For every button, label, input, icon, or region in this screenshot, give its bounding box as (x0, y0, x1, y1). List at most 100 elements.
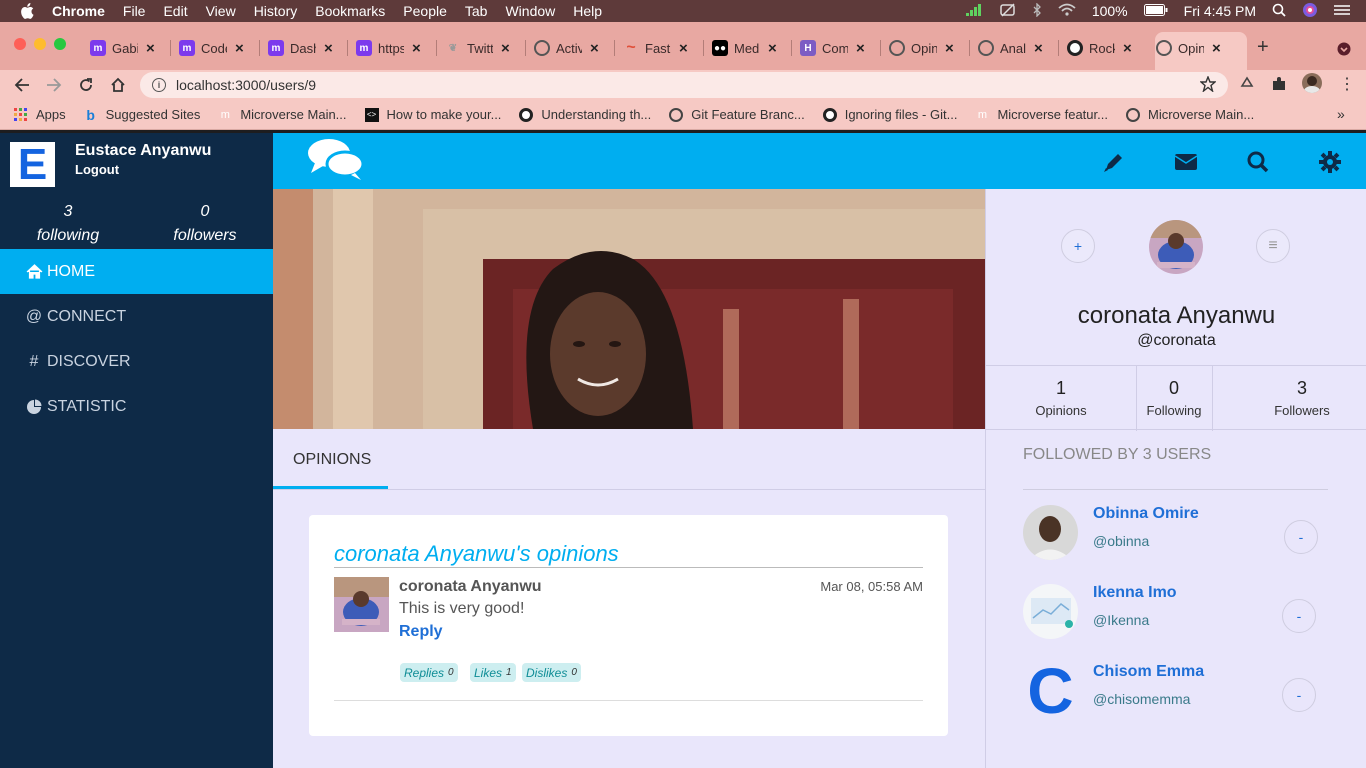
search-icon[interactable] (1245, 149, 1271, 175)
follower-handle[interactable]: @Ikenna (1093, 612, 1149, 628)
nav-home[interactable]: HOME (0, 249, 273, 294)
browser-tab[interactable]: Opin × (1156, 34, 1221, 62)
bookmark-item[interactable]: Understanding th... (519, 107, 651, 122)
browser-tab[interactable]: ●● Medi × (712, 34, 777, 62)
extensions-puzzle-icon[interactable] (1271, 76, 1287, 97)
menu-file[interactable]: File (123, 3, 146, 19)
follower-avatar[interactable] (1023, 584, 1078, 639)
menu-bookmarks[interactable]: Bookmarks (315, 3, 385, 19)
close-window-button[interactable] (14, 38, 26, 50)
apple-icon[interactable] (20, 3, 36, 19)
chat-bubbles-logo-icon[interactable] (307, 137, 365, 186)
profile-avatar-icon[interactable] (1302, 73, 1322, 93)
bookmark-star-icon[interactable] (1199, 75, 1217, 97)
close-tab-icon[interactable]: × (679, 40, 688, 57)
close-tab-icon[interactable]: × (412, 40, 421, 57)
nav-connect[interactable]: @ CONNECT (0, 294, 273, 339)
messages-envelope-icon[interactable] (1173, 149, 1199, 175)
follower-name[interactable]: Obinna Omire (1093, 505, 1199, 523)
follow-button[interactable]: + (1061, 229, 1095, 263)
follower-avatar[interactable] (1023, 505, 1078, 560)
bookmark-item[interactable]: Ignoring files - Git... (822, 107, 957, 122)
browser-tab[interactable]: m Code × (179, 34, 244, 62)
current-user-name[interactable]: Eustace Anyanwu (75, 142, 211, 160)
browser-tab[interactable]: Opin × (889, 34, 954, 62)
unfollow-button[interactable]: - (1284, 520, 1318, 554)
home-button[interactable] (107, 74, 129, 96)
tab-search-icon[interactable] (1337, 42, 1351, 61)
minimize-window-button[interactable] (34, 38, 46, 50)
nav-discover[interactable]: # DISCOVER (0, 339, 273, 384)
browser-tab[interactable]: m Gabi × (90, 34, 155, 62)
spotlight-search-icon[interactable] (1272, 3, 1286, 20)
compose-pen-icon[interactable] (1101, 149, 1127, 175)
menu-window[interactable]: Window (505, 3, 555, 19)
unfollow-button[interactable]: - (1282, 599, 1316, 633)
battery-icon[interactable] (1143, 3, 1168, 19)
url-text[interactable]: localhost:3000/users/9 (176, 77, 316, 93)
close-tab-icon[interactable]: × (1212, 40, 1221, 57)
follower-avatar[interactable]: C (1023, 663, 1078, 718)
bookmark-item[interactable]: m Microverse featur... (975, 107, 1108, 122)
address-bar[interactable]: i localhost:3000/users/9 (140, 72, 1228, 98)
close-tab-icon[interactable]: × (856, 40, 865, 57)
close-tab-icon[interactable]: × (590, 40, 599, 57)
browser-tab[interactable]: ❦ Twitt × (445, 34, 510, 62)
settings-gear-icon[interactable] (1317, 149, 1343, 175)
likes-pill[interactable]: Likes 1 (470, 663, 516, 682)
nav-statistic[interactable]: STATISTIC (0, 384, 273, 429)
stat-followers[interactable]: 3 Followers (1212, 366, 1366, 431)
control-center-icon[interactable] (1334, 3, 1350, 19)
siri-icon[interactable] (1302, 2, 1318, 21)
stat-following[interactable]: 0 Following (1136, 366, 1212, 431)
signal-strength-icon[interactable] (965, 3, 984, 19)
follower-handle[interactable]: @obinna (1093, 533, 1149, 549)
menu-history[interactable]: History (254, 3, 298, 19)
close-tab-icon[interactable]: × (324, 40, 333, 57)
close-tab-icon[interactable]: × (501, 40, 510, 57)
stat-opinions[interactable]: 1 Opinions (986, 366, 1136, 431)
maximize-window-button[interactable] (54, 38, 66, 50)
forward-button[interactable] (43, 74, 65, 96)
dislikes-pill[interactable]: Dislikes 0 (522, 663, 581, 682)
recycle-extension-icon[interactable] (1239, 76, 1255, 97)
menu-help[interactable]: Help (573, 3, 602, 19)
reply-link[interactable]: Reply (399, 623, 443, 641)
close-tab-icon[interactable]: × (1034, 40, 1043, 57)
menu-tab[interactable]: Tab (465, 3, 488, 19)
opinion-author-name[interactable]: coronata Anyanwu (399, 578, 542, 596)
menu-view[interactable]: View (206, 3, 236, 19)
close-tab-icon[interactable]: × (146, 40, 155, 57)
menu-app-name[interactable]: Chrome (52, 3, 105, 19)
bookmark-item[interactable]: m Microverse Main... (218, 107, 347, 122)
disk-sync-icon[interactable] (1000, 2, 1016, 20)
logout-link[interactable]: Logout (75, 162, 119, 177)
browser-tab[interactable]: Activ × (534, 34, 599, 62)
tab-opinions[interactable]: OPINIONS (293, 451, 371, 469)
follower-name[interactable]: Ikenna Imo (1093, 584, 1177, 602)
profile-menu-button[interactable]: ≡ (1256, 229, 1290, 263)
battery-percent[interactable]: 100% (1092, 3, 1128, 19)
browser-tab[interactable]: Rock × (1067, 34, 1132, 62)
bookmark-item[interactable]: <> How to make your... (364, 107, 501, 122)
follower-name[interactable]: Chisom Emma (1093, 663, 1204, 681)
wifi-icon[interactable] (1058, 3, 1076, 19)
close-tab-icon[interactable]: × (235, 40, 244, 57)
bluetooth-icon[interactable] (1032, 1, 1042, 20)
browser-tab[interactable]: m https × (356, 34, 421, 62)
more-bookmarks-chevron-icon[interactable]: » (1337, 106, 1345, 122)
new-tab-button[interactable]: + (1257, 36, 1269, 59)
chrome-menu-icon[interactable]: ⋮ (1339, 74, 1355, 94)
browser-tab[interactable]: m Dash × (268, 34, 333, 62)
bookmark-item[interactable]: Git Feature Branc... (669, 107, 805, 122)
reload-button[interactable] (75, 74, 97, 96)
close-tab-icon[interactable]: × (768, 40, 777, 57)
replies-pill[interactable]: Replies 0 (400, 663, 458, 682)
bookmark-item[interactable]: Apps (14, 107, 66, 122)
follower-handle[interactable]: @chisomemma (1093, 691, 1190, 707)
browser-tab[interactable]: ~ Fastr × (623, 34, 688, 62)
unfollow-button[interactable]: - (1282, 678, 1316, 712)
bookmark-item[interactable]: b Suggested Sites (84, 107, 200, 123)
app-logo[interactable]: E (10, 140, 55, 189)
back-button[interactable] (11, 74, 33, 96)
